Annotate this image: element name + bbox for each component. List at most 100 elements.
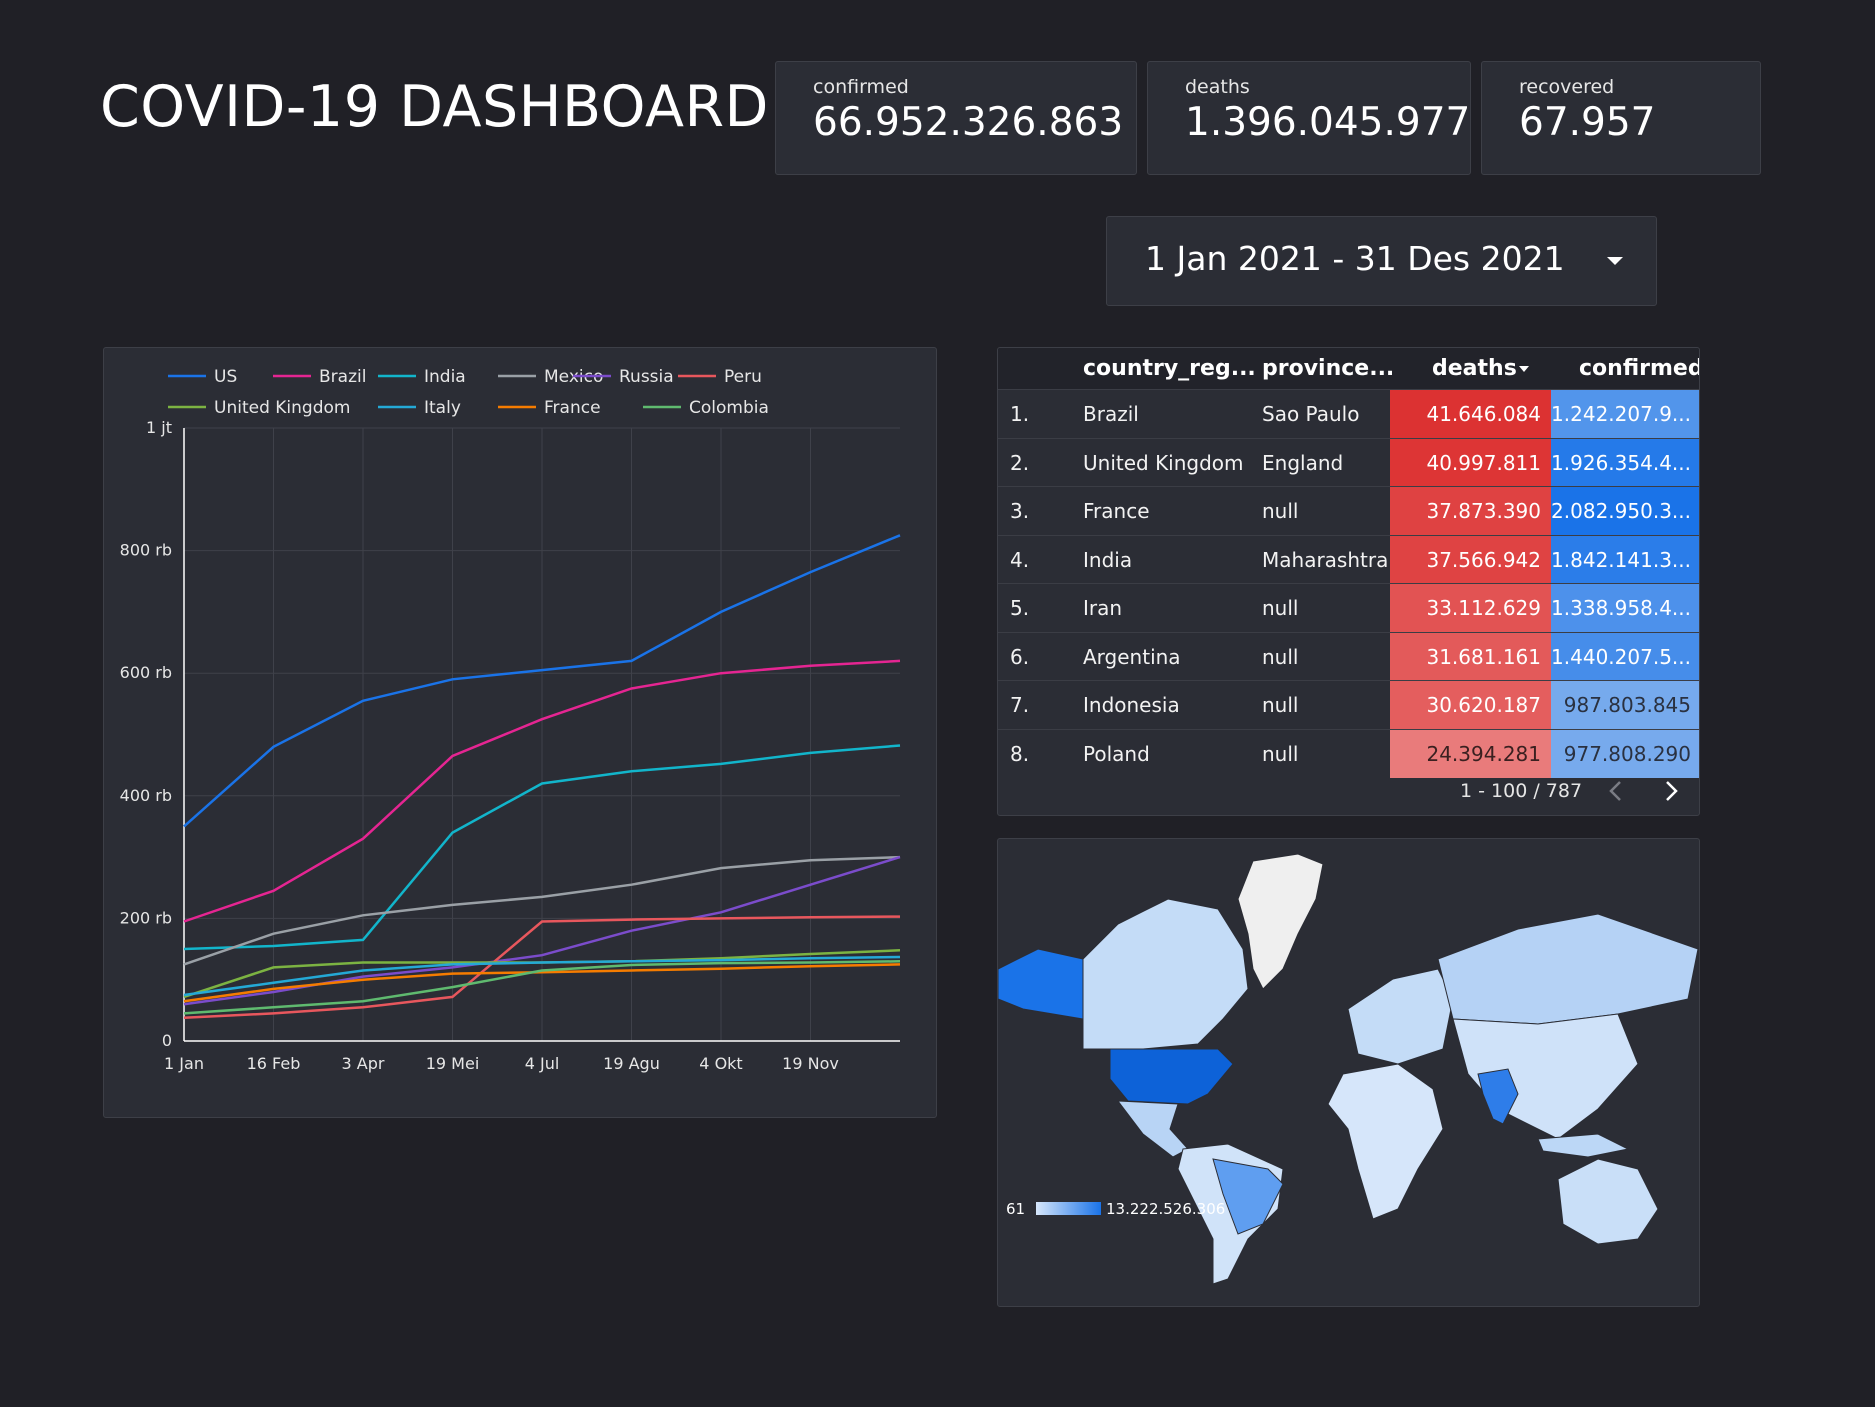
- table-header: country_reg... province... deaths confir…: [998, 348, 1699, 389]
- cell-rank: 6.: [1010, 644, 1030, 669]
- time-series-chart: 0 200 rb 400 rb 600 rb 800 rb 1 jt 1 Jan 16 Feb…: [120, 367, 901, 1073]
- cell-province: England: [1262, 450, 1344, 475]
- table-row[interactable]: 4. India Maharashtra 37.566.942 1.842.141.3.…: [998, 534, 1699, 584]
- scorecard-value: 1.396.045.977: [1185, 100, 1471, 145]
- map-region-russia[interactable]: [1437, 913, 1699, 1025]
- cell-country: Poland: [1083, 741, 1150, 766]
- time-series-chart-panel: 0 200 rb 400 rb 600 rb 800 rb 1 jt 1 Jan 16 Feb…: [103, 347, 937, 1118]
- column-header-province[interactable]: province...: [1262, 356, 1394, 381]
- table-row[interactable]: 3. France null 37.873.390 2.082.950.3...: [998, 486, 1699, 536]
- cell-deaths: 31.681.161: [1390, 632, 1551, 681]
- sort-descending-icon[interactable]: [1519, 366, 1529, 372]
- legend-label[interactable]: Italy: [424, 398, 461, 418]
- cell-deaths: 37.873.390: [1390, 487, 1551, 536]
- scorecard-confirmed[interactable]: confirmed 66.952.326.863: [775, 61, 1137, 175]
- deaths-table: country_reg... province... deaths confir…: [997, 347, 1700, 816]
- cell-rank: 8.: [1010, 741, 1030, 766]
- y-tick-label: 0: [162, 1031, 172, 1050]
- y-tick-label: 1 jt: [146, 418, 172, 437]
- cell-country: Indonesia: [1083, 693, 1180, 717]
- cell-rank: 4.: [1010, 547, 1030, 572]
- cell-province: Maharashtra: [1262, 547, 1389, 572]
- world-map-panel: 61 13.222.526.306: [997, 838, 1700, 1307]
- chevron-down-icon[interactable]: [1607, 257, 1623, 265]
- legend-label[interactable]: India: [424, 367, 466, 387]
- cell-rank: 7.: [1010, 693, 1030, 717]
- x-tick-label: 3 Apr: [342, 1054, 385, 1073]
- x-tick-label: 19 Nov: [782, 1054, 839, 1073]
- cell-province: null: [1262, 741, 1299, 766]
- y-tick-label: 400 rb: [120, 786, 172, 805]
- chevron-right-icon[interactable]: [1658, 778, 1684, 804]
- legend-label[interactable]: Russia: [619, 367, 674, 387]
- y-tick-label: 800 rb: [120, 541, 172, 560]
- date-range-picker[interactable]: 1 Jan 2021 - 31 Des 2021: [1106, 216, 1657, 306]
- y-tick-label: 600 rb: [120, 663, 172, 682]
- cell-deaths: 30.620.187: [1390, 681, 1551, 730]
- cell-country: Iran: [1083, 596, 1123, 620]
- table-row[interactable]: 7. Indonesia null 30.620.187 987.803.845: [998, 680, 1699, 730]
- cell-confirmed: 987.803.845: [1551, 681, 1699, 730]
- x-tick-label: 4 Jul: [525, 1054, 560, 1073]
- cell-confirmed: 1.338.958.4...: [1551, 584, 1699, 633]
- cell-province: null: [1262, 693, 1299, 717]
- pagination-label: 1 - 100 / 787: [1460, 780, 1583, 802]
- cell-province: null: [1262, 596, 1299, 620]
- x-tick-label: 16 Feb: [247, 1054, 301, 1073]
- legend-label[interactable]: Colombia: [689, 398, 769, 418]
- scorecard-label: deaths: [1185, 76, 1250, 98]
- map-region-alaska[interactable]: [998, 948, 1084, 1020]
- column-header-confirmed[interactable]: confirmed: [1579, 356, 1699, 381]
- cell-country: United Kingdom: [1083, 450, 1244, 475]
- table-row[interactable]: 1. Brazil Sao Paulo 41.646.084 1.242.207.9..…: [998, 389, 1699, 439]
- cell-deaths: 41.646.084: [1390, 390, 1551, 439]
- map-region-canada[interactable]: [1082, 898, 1249, 1050]
- cell-deaths: 24.394.281: [1390, 729, 1551, 778]
- scorecard-label: recovered: [1519, 76, 1615, 98]
- table-row[interactable]: 6. Argentina null 31.681.161 1.440.207.5...: [998, 631, 1699, 681]
- map-region-united-states[interactable]: [1109, 1048, 1234, 1105]
- cell-deaths: 40.997.811: [1390, 438, 1551, 487]
- table-row[interactable]: 5. Iran null 33.112.629 1.338.958.4...: [998, 583, 1699, 633]
- x-tick-label: 1 Jan: [164, 1054, 204, 1073]
- cell-deaths: 33.112.629: [1390, 584, 1551, 633]
- cell-confirmed: 1.242.207.9...: [1551, 390, 1699, 439]
- legend-label[interactable]: Peru: [724, 367, 762, 387]
- map-region-australia[interactable]: [1557, 1158, 1659, 1245]
- legend-label[interactable]: United Kingdom: [214, 398, 350, 418]
- scorecard-recovered[interactable]: recovered 67.957: [1481, 61, 1761, 175]
- map-region-mexico[interactable]: [1116, 1100, 1189, 1158]
- x-tick-label: 4 Okt: [699, 1054, 742, 1073]
- column-header-country[interactable]: country_reg...: [1083, 356, 1256, 381]
- map-region-europe[interactable]: [1347, 968, 1454, 1065]
- table-row[interactable]: 8. Poland null 24.394.281 977.808.290: [998, 728, 1699, 778]
- map-region-greenland[interactable]: [1237, 853, 1324, 990]
- scorecard-value: 67.957: [1519, 100, 1656, 145]
- y-tick-label: 200 rb: [120, 908, 172, 927]
- cell-country: Argentina: [1083, 644, 1181, 669]
- map-region-indonesia[interactable]: [1537, 1133, 1630, 1158]
- cell-province: null: [1262, 499, 1299, 523]
- cell-confirmed: 2.082.950.3...: [1551, 487, 1699, 536]
- table-row[interactable]: 2. United Kingdom England 40.997.811 1.926.3…: [998, 437, 1699, 487]
- cell-country: India: [1083, 547, 1133, 572]
- cell-confirmed: 1.440.207.5...: [1551, 632, 1699, 681]
- chevron-left-icon[interactable]: [1603, 778, 1629, 804]
- column-header-deaths[interactable]: deaths: [1432, 356, 1517, 381]
- scorecard-deaths[interactable]: deaths 1.396.045.977: [1147, 61, 1471, 175]
- world-choropleth-map[interactable]: 61 13.222.526.306: [998, 839, 1700, 1307]
- cell-province: Sao Paulo: [1262, 402, 1360, 426]
- map-legend-min: 61: [1006, 1200, 1025, 1218]
- legend-label[interactable]: France: [544, 398, 601, 418]
- map-legend-gradient: [1036, 1202, 1101, 1215]
- cell-confirmed: 1.926.354.4...: [1551, 438, 1699, 487]
- legend-label[interactable]: Brazil: [319, 367, 366, 387]
- map-region-africa[interactable]: [1327, 1063, 1444, 1220]
- cell-rank: 1.: [1010, 402, 1030, 426]
- legend-label[interactable]: US: [214, 367, 237, 387]
- cell-deaths: 37.566.942: [1390, 535, 1551, 584]
- cell-country: France: [1083, 499, 1150, 523]
- dashboard-title: COVID-19 DASHBOARD: [100, 74, 769, 140]
- cell-province: null: [1262, 644, 1299, 669]
- cell-rank: 3.: [1010, 499, 1030, 523]
